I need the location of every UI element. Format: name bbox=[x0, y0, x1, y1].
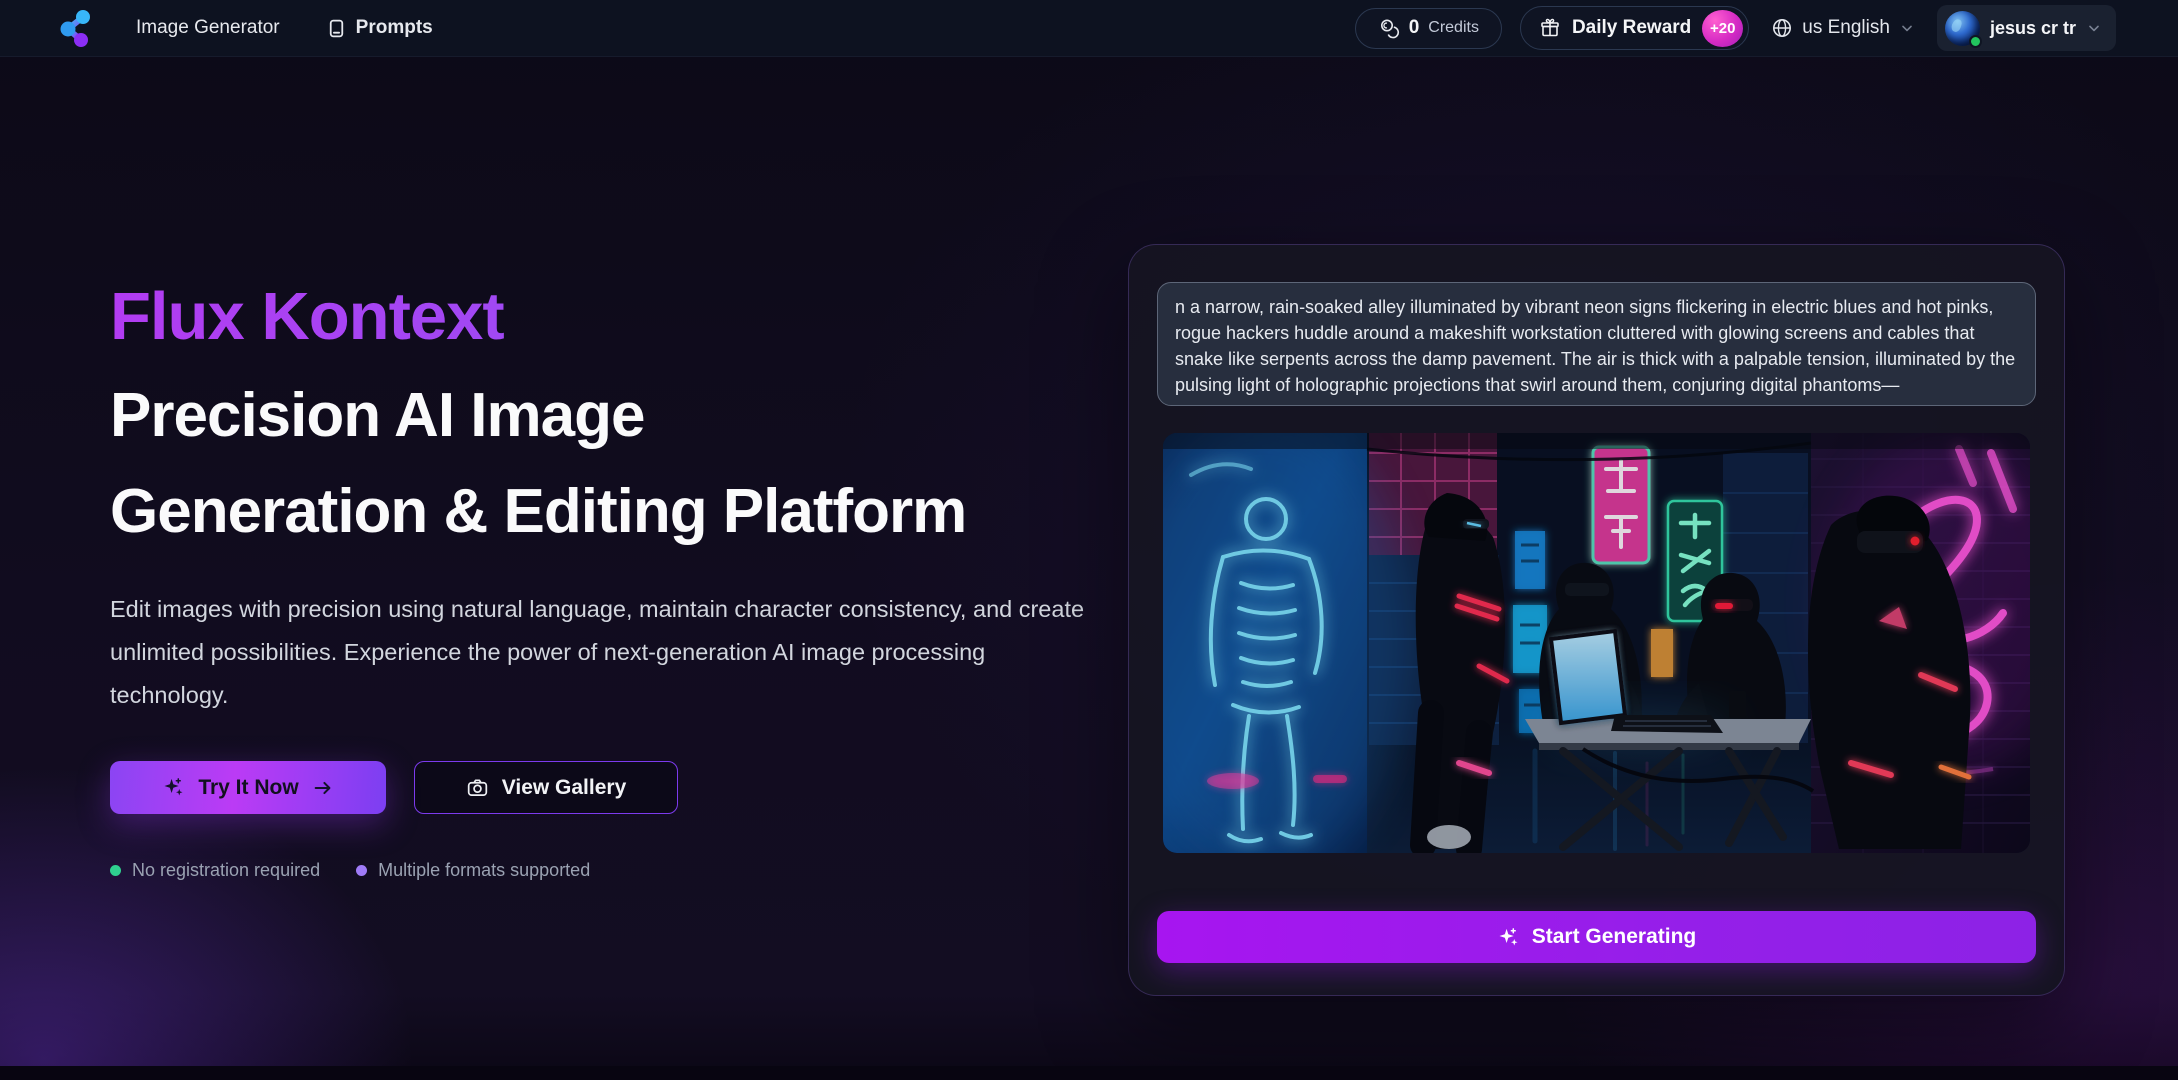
cyberpunk-alley-illustration bbox=[1163, 433, 2030, 853]
try-it-now-button[interactable]: Try It Now bbox=[110, 761, 386, 814]
feature-bullets: No registration required Multiple format… bbox=[110, 860, 1110, 881]
coins-icon bbox=[1378, 17, 1400, 39]
page-title: Flux Kontext Precision AI Image Generati… bbox=[110, 280, 1110, 560]
chevron-down-icon bbox=[1899, 20, 1915, 36]
arrow-right-icon bbox=[312, 777, 334, 799]
nav-link-image-generator[interactable]: Image Generator bbox=[136, 17, 280, 39]
credits-label: Credits bbox=[1428, 19, 1479, 37]
next-section-edge bbox=[0, 1066, 2178, 1080]
landing-page: Image Generator Prompts 0 Credit bbox=[0, 0, 2178, 1080]
hero-description: Edit images with precision using natural… bbox=[110, 588, 1100, 717]
globe-icon bbox=[1771, 17, 1793, 39]
language-selector[interactable]: us English bbox=[1767, 11, 1919, 45]
try-it-now-label: Try It Now bbox=[198, 776, 298, 800]
start-generating-button[interactable]: Start Generating bbox=[1157, 911, 2036, 963]
generated-image-preview bbox=[1163, 433, 2030, 853]
feature-label: Multiple formats supported bbox=[378, 860, 590, 881]
view-gallery-button[interactable]: View Gallery bbox=[414, 761, 678, 814]
app-logo[interactable] bbox=[54, 7, 96, 49]
green-dot-icon bbox=[110, 865, 121, 876]
avatar bbox=[1945, 11, 1980, 46]
username: jesus cr tr bbox=[1990, 18, 2076, 39]
feature-no-registration: No registration required bbox=[110, 860, 320, 881]
credits-count: 0 bbox=[1409, 17, 1420, 39]
hero-headline: Precision AI Image Generation & Editing … bbox=[110, 368, 970, 560]
main-navigation: Image Generator Prompts bbox=[136, 17, 433, 39]
cta-row: Try It Now View Gallery bbox=[110, 761, 1110, 814]
hero-section: Flux Kontext Precision AI Image Generati… bbox=[110, 280, 1110, 881]
user-menu[interactable]: jesus cr tr bbox=[1937, 5, 2116, 51]
feature-multiple-formats: Multiple formats supported bbox=[356, 860, 590, 881]
share-network-logo-icon bbox=[55, 8, 95, 48]
hero-brand-title: Flux Kontext bbox=[110, 280, 1110, 354]
gift-icon bbox=[1539, 17, 1561, 39]
start-generating-label: Start Generating bbox=[1532, 925, 1697, 949]
reward-badge: +20 bbox=[1702, 10, 1743, 47]
daily-reward-button[interactable]: Daily Reward +20 bbox=[1520, 6, 1749, 50]
purple-dot-icon bbox=[356, 865, 367, 876]
credits-pill[interactable]: 0 Credits bbox=[1355, 8, 1502, 49]
nav-link-prompts[interactable]: Prompts bbox=[326, 17, 433, 39]
book-icon bbox=[326, 18, 347, 39]
view-gallery-label: View Gallery bbox=[502, 776, 627, 800]
generator-card: n a narrow, rain-soaked alley illuminate… bbox=[1128, 244, 2065, 996]
language-label: us English bbox=[1802, 17, 1890, 39]
sparkles-icon bbox=[162, 776, 185, 799]
online-status-dot bbox=[1969, 35, 1982, 48]
feature-label: No registration required bbox=[132, 860, 320, 881]
sparkles-icon bbox=[1497, 926, 1520, 949]
chevron-down-icon bbox=[2086, 20, 2102, 36]
prompt-input[interactable]: n a narrow, rain-soaked alley illuminate… bbox=[1157, 282, 2036, 406]
camera-icon bbox=[466, 776, 489, 799]
nav-link-prompts-label: Prompts bbox=[356, 17, 433, 39]
top-navbar: Image Generator Prompts 0 Credit bbox=[0, 0, 2178, 57]
daily-reward-label: Daily Reward bbox=[1572, 17, 1691, 39]
